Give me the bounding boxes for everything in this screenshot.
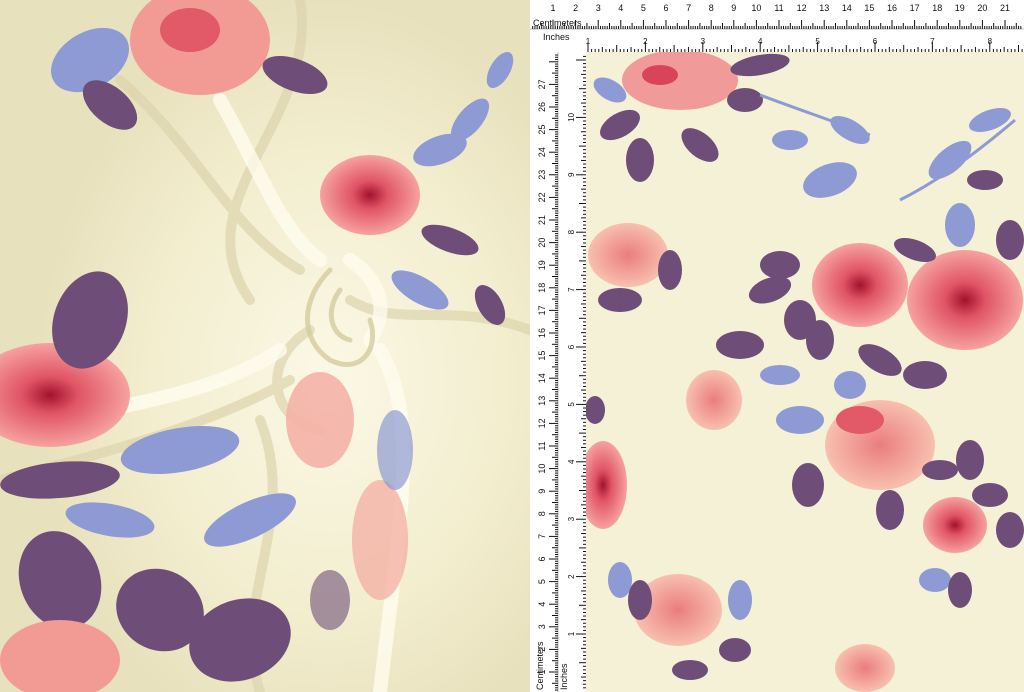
ruler-top-in-number: 8 <box>988 37 993 46</box>
flat-fabric-panel <box>530 0 1024 692</box>
ruler-top-cm-number: 18 <box>932 3 942 13</box>
ruler-left-cm-number: 23 <box>537 170 547 180</box>
ruler-top-cm-number: 16 <box>887 3 897 13</box>
ruler-left-cm-number: 9 <box>537 489 547 494</box>
ruler-top-cm-number: 15 <box>864 3 874 13</box>
ruler-left-cm-number: 10 <box>537 464 547 474</box>
ruler-top-cm-number: 19 <box>955 3 965 13</box>
ruler-left-cm-number: 2 <box>537 647 547 652</box>
ruler-left-cm-number: 7 <box>537 534 547 539</box>
ruler-left-cm-number: 11 <box>537 441 547 450</box>
ruler-left-cm-number: 19 <box>537 260 547 270</box>
ruler-left-cm-number: 22 <box>537 192 547 202</box>
ruler-top-cm-number: 2 <box>573 3 578 13</box>
ruler-left-cm-number: 4 <box>537 602 547 607</box>
ruler-left-in-number: 6 <box>567 344 576 349</box>
ruler-top-in-label: Inches <box>543 32 570 42</box>
ruler-top-cm-number: 20 <box>977 3 987 13</box>
ruler-left-cm-number: 1 <box>537 669 547 674</box>
ruler-top-cm-number: 7 <box>686 3 691 13</box>
ruler-left-in-number: 10 <box>567 112 576 121</box>
ruler-left-cm-number: 20 <box>537 238 547 248</box>
ruler-top-cm-number: 5 <box>641 3 646 13</box>
ruler-top-cm-number: 11 <box>774 3 783 13</box>
ruler-top-cm-number: 6 <box>663 3 668 13</box>
ruler-top-cm-number: 1 <box>550 3 555 13</box>
ruler-left-in-number: 8 <box>567 229 576 234</box>
ruler-top-cm-number: 12 <box>797 3 807 13</box>
ruler-left-in-number: 1 <box>567 631 576 636</box>
ruler-left-cm-number: 16 <box>537 328 547 338</box>
ruler-left-cm-number: 3 <box>537 624 547 629</box>
ruler-top-cm-label: Centimeters <box>533 18 582 28</box>
ruler-top-in-number: 7 <box>930 37 935 46</box>
ruler-top-cm-number: 21 <box>1000 3 1010 13</box>
ruler-top-cm-number: 8 <box>709 3 714 13</box>
ruler-top-in-number: 5 <box>815 37 820 46</box>
ruler-top-cm-number: 13 <box>819 3 829 13</box>
ruler-top-in-number: 4 <box>758 37 763 46</box>
ruler-top-cm-number: 3 <box>596 3 601 13</box>
ruler-left-cm-number: 27 <box>537 79 547 89</box>
ruler-left-in-number: 2 <box>567 574 576 579</box>
ruler-left-in-number: 4 <box>567 459 576 464</box>
ruler-left-cm-number: 17 <box>537 305 547 315</box>
ruler-top-in-number: 3 <box>701 37 706 46</box>
ruler-top-in-number: 6 <box>873 37 878 46</box>
ruler-top-cm-number: 10 <box>751 3 761 13</box>
ruler-left-in-number: 3 <box>567 516 576 521</box>
ruler-top-cm-number: 17 <box>910 3 920 13</box>
ruler-left-in-label: Inches <box>559 663 569 690</box>
ruler-left-cm-number: 25 <box>537 125 547 135</box>
ruler-left-cm-number: 5 <box>537 579 547 584</box>
ruler-left-cm-number: 12 <box>537 418 547 428</box>
ruler-top-in-number: 1 <box>586 37 591 46</box>
ruler-left-cm-number: 8 <box>537 511 547 516</box>
ruler-left-cm-number: 24 <box>537 147 547 157</box>
draped-fabric-panel <box>0 0 535 692</box>
ruler-left-in-number: 7 <box>567 287 576 292</box>
ruler-left-in-number: 9 <box>567 172 576 177</box>
ruler-left-cm-number: 21 <box>537 215 547 225</box>
ruler-top-in-number: 2 <box>643 37 648 46</box>
fabric-swatch-image: Centimeters Inches 1 2 3 4 5 6 7 8 9 10 11 12 13 14 15… <box>0 0 1024 692</box>
ruler-left-cm-number: 18 <box>537 283 547 293</box>
ruler-left-cm-number: 6 <box>537 556 547 561</box>
ruler-left-cm-number: 26 <box>537 102 547 112</box>
ruler-top: Centimeters Inches 1 2 3 4 5 6 7 8 9 10 11 12 13 14 15… <box>530 0 1024 52</box>
ruler-top-cm-number: 4 <box>618 3 623 13</box>
ruler-left-cm-number: 15 <box>537 351 547 361</box>
ruler-top-cm-number: 14 <box>842 3 852 13</box>
ruler-left-cm-number: 14 <box>537 373 547 383</box>
ruler-left-in-number: 5 <box>567 402 576 407</box>
ruler-top-cm-number: 9 <box>731 3 736 13</box>
ruler-left: Centimeters Inches 123456789101112131415… <box>530 52 586 692</box>
ruler-left-cm-number: 13 <box>537 396 547 406</box>
